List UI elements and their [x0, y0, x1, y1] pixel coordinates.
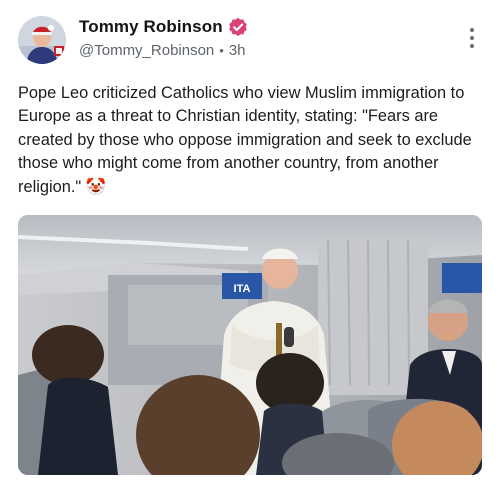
- airline-sign-text: ITA: [234, 283, 251, 295]
- more-vertical-icon-dot: [470, 36, 474, 40]
- author-name-row: Tommy Robinson: [79, 17, 248, 37]
- author-meta-row: @Tommy_Robinson • 3h: [79, 42, 246, 59]
- more-options-button[interactable]: [466, 28, 478, 52]
- more-vertical-icon-dot: [470, 44, 474, 48]
- post-timestamp[interactable]: 3h: [229, 42, 246, 59]
- avatar[interactable]: [18, 16, 66, 64]
- post-header: Tommy Robinson @Tommy_Robinson • 3h: [18, 14, 482, 66]
- avatar-image: [18, 16, 66, 64]
- meta-separator: •: [219, 43, 224, 58]
- post-media-photo[interactable]: ITA: [18, 215, 482, 475]
- author-display-name[interactable]: Tommy Robinson: [79, 17, 223, 37]
- photo-airplane-cabin-image: ITA: [18, 215, 482, 475]
- post-body-text: Pope Leo criticized Catholics who view M…: [18, 84, 472, 196]
- author-handle[interactable]: @Tommy_Robinson: [79, 42, 214, 59]
- verified-badge-icon: [228, 17, 248, 37]
- more-vertical-icon: [470, 28, 474, 32]
